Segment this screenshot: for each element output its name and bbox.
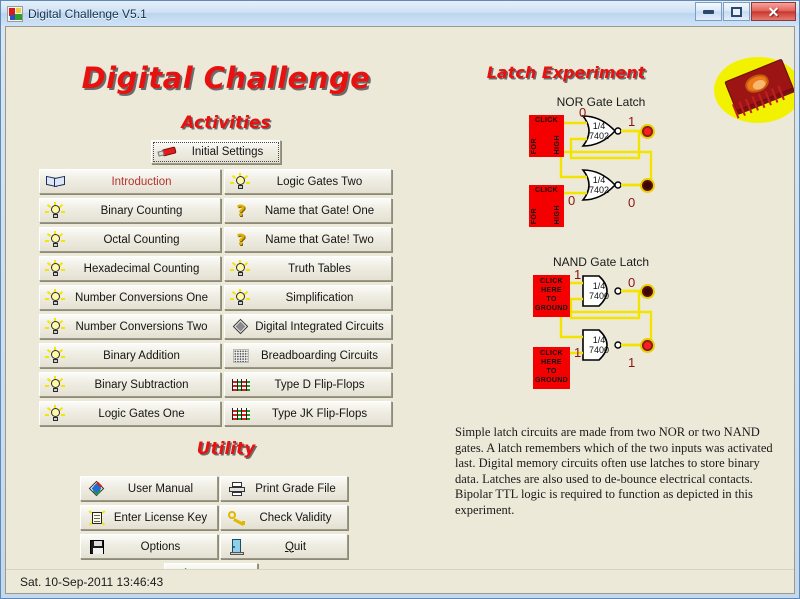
- nor-led-bottom: [640, 178, 655, 193]
- activity-button-simplification[interactable]: Simplification: [224, 285, 392, 310]
- lightbulb-icon: [45, 317, 67, 336]
- nor-switch-top[interactable]: CLICK FOR HIGH: [529, 115, 564, 157]
- marker-icon: [157, 143, 179, 161]
- question-icon: ?: [236, 201, 246, 220]
- svg-text:7402: 7402: [589, 131, 609, 141]
- svg-text:7400: 7400: [589, 291, 609, 301]
- svg-text:7402: 7402: [589, 185, 609, 195]
- activity-button-binary-subtraction[interactable]: Binary Subtraction: [39, 372, 221, 397]
- activity-button-logic-gates-one[interactable]: Logic Gates One: [39, 401, 221, 426]
- manual-diamond-icon: [86, 480, 108, 498]
- activity-button-breadboarding-circuits[interactable]: Breadboarding Circuits: [224, 343, 392, 368]
- floppy-icon: [86, 538, 108, 556]
- activity-button-type-jk-flip-flops[interactable]: Type JK Flip-Flops: [224, 401, 392, 426]
- quit-accelerator: Q: [284, 540, 294, 553]
- maximize-icon: [731, 6, 742, 17]
- lightbulb-icon: [230, 259, 252, 278]
- nand-input-top-value: 1: [574, 267, 582, 282]
- book-icon: [45, 173, 67, 191]
- activity-button-binary-addition[interactable]: Binary Addition: [39, 343, 221, 368]
- activity-button-octal-counting[interactable]: Octal Counting: [39, 227, 221, 252]
- utility-button-quit[interactable]: Quit: [220, 534, 348, 559]
- activity-button-introduction[interactable]: Introduction: [39, 169, 221, 194]
- lightbulb-icon: [45, 201, 67, 220]
- nor-input-top-value: 0: [579, 105, 587, 120]
- status-datetime: Sat. 10-Sep-2011 13:46:43: [20, 574, 164, 589]
- utility-button-print-grade-file[interactable]: Print Grade File: [220, 476, 348, 501]
- status-bar: Sat. 10-Sep-2011 13:46:43: [6, 569, 794, 593]
- utility-button-user-manual[interactable]: User Manual: [80, 476, 218, 501]
- nor-switch-bottom[interactable]: CLICK FOR HIGH: [529, 185, 564, 227]
- title-bar[interactable]: Digital Challenge V5.1 ✕: [1, 1, 799, 26]
- lightbulb-icon: [45, 288, 67, 307]
- printer-icon: [226, 480, 248, 498]
- activity-button-number-conversions-two[interactable]: Number Conversions Two: [39, 314, 221, 339]
- svg-text:1/4: 1/4: [593, 281, 606, 291]
- exit-door-icon: [226, 538, 248, 556]
- license-doc-icon: [86, 509, 108, 527]
- nand-latch-caption: NAND Gate Latch: [552, 255, 650, 269]
- activity-button-truth-tables[interactable]: Truth Tables: [224, 256, 392, 281]
- nand-switch-bottom[interactable]: CLICK HERE TO GROUND: [533, 347, 570, 389]
- activity-button-type-d-flip-flops[interactable]: Type D Flip-Flops: [224, 372, 392, 397]
- chip-diamond-icon: [230, 318, 252, 336]
- lightbulb-icon: [45, 404, 67, 423]
- nor-latch-caption: NOR Gate Latch: [556, 95, 646, 109]
- utility-button-check-validity[interactable]: Check Validity: [220, 505, 348, 530]
- nand-output-top-value: 0: [628, 275, 636, 290]
- svg-text:1/4: 1/4: [593, 121, 606, 131]
- lightbulb-icon: [230, 172, 252, 191]
- window-title: Digital Challenge V5.1: [28, 6, 147, 21]
- maximize-button[interactable]: [723, 2, 750, 21]
- minimize-icon: [703, 9, 714, 14]
- key-icon: [226, 509, 248, 527]
- activities-heading: Activities: [181, 113, 271, 133]
- utility-heading: Utility: [196, 439, 256, 459]
- activity-button-name-that-gate-one[interactable]: ? Name that Gate! One: [224, 198, 392, 223]
- activity-button-digital-integrated-circuits[interactable]: Digital Integrated Circuits: [224, 314, 392, 339]
- activity-button-hexadecimal-counting[interactable]: Hexadecimal Counting: [39, 256, 221, 281]
- question-icon: ?: [236, 230, 246, 249]
- latch-experiment-heading: Latch Experiment: [486, 63, 646, 82]
- lightbulb-icon: [45, 259, 67, 278]
- window-controls: ✕: [694, 2, 796, 21]
- flipflop-icon: [230, 376, 252, 394]
- activity-button-binary-counting[interactable]: Binary Counting: [39, 198, 221, 223]
- lightbulb-icon: [230, 288, 252, 307]
- eprom-chip-icon: [714, 57, 794, 125]
- nand-switch-top[interactable]: CLICK HERE TO GROUND: [533, 275, 570, 317]
- nor-output-bottom-value: 0: [628, 195, 636, 210]
- experiment-description: Simple latch circuits are made from two …: [455, 425, 773, 517]
- application-window: Digital Challenge V5.1 ✕ Digital Challen…: [0, 0, 800, 599]
- initial-settings-button[interactable]: Initial Settings: [151, 140, 281, 164]
- svg-text:7400: 7400: [589, 345, 609, 355]
- breadboard-icon: [230, 347, 252, 365]
- nand-input-bottom-value: 1: [574, 345, 582, 360]
- lightbulb-icon: [45, 230, 67, 249]
- nand-output-bottom-value: 1: [628, 355, 636, 370]
- minimize-button[interactable]: [695, 2, 722, 21]
- nor-output-top-value: 1: [628, 114, 636, 129]
- activity-button-number-conversions-one[interactable]: Number Conversions One: [39, 285, 221, 310]
- lightbulb-icon: [45, 346, 67, 365]
- flipflop-icon: [230, 405, 252, 423]
- app-logo-icon[interactable]: [7, 5, 23, 22]
- svg-text:1/4: 1/4: [593, 175, 606, 185]
- nor-led-top: [640, 124, 655, 139]
- activity-button-logic-gates-two[interactable]: Logic Gates Two: [224, 169, 392, 194]
- close-icon: ✕: [767, 3, 780, 20]
- client-area: Digital Challenge Activities Utility Lat…: [5, 26, 795, 594]
- lightbulb-icon: [45, 375, 67, 394]
- utility-button-options[interactable]: Options: [80, 534, 218, 559]
- nand-led-top: [640, 284, 655, 299]
- activity-button-name-that-gate-two[interactable]: ? Name that Gate! Two: [224, 227, 392, 252]
- svg-text:1/4: 1/4: [593, 335, 606, 345]
- nor-input-bottom-value: 0: [568, 193, 576, 208]
- utility-button-enter-license-key[interactable]: Enter License Key: [80, 505, 218, 530]
- close-button[interactable]: ✕: [751, 2, 796, 21]
- nand-led-bottom: [640, 338, 655, 353]
- page-title: Digital Challenge: [81, 61, 371, 95]
